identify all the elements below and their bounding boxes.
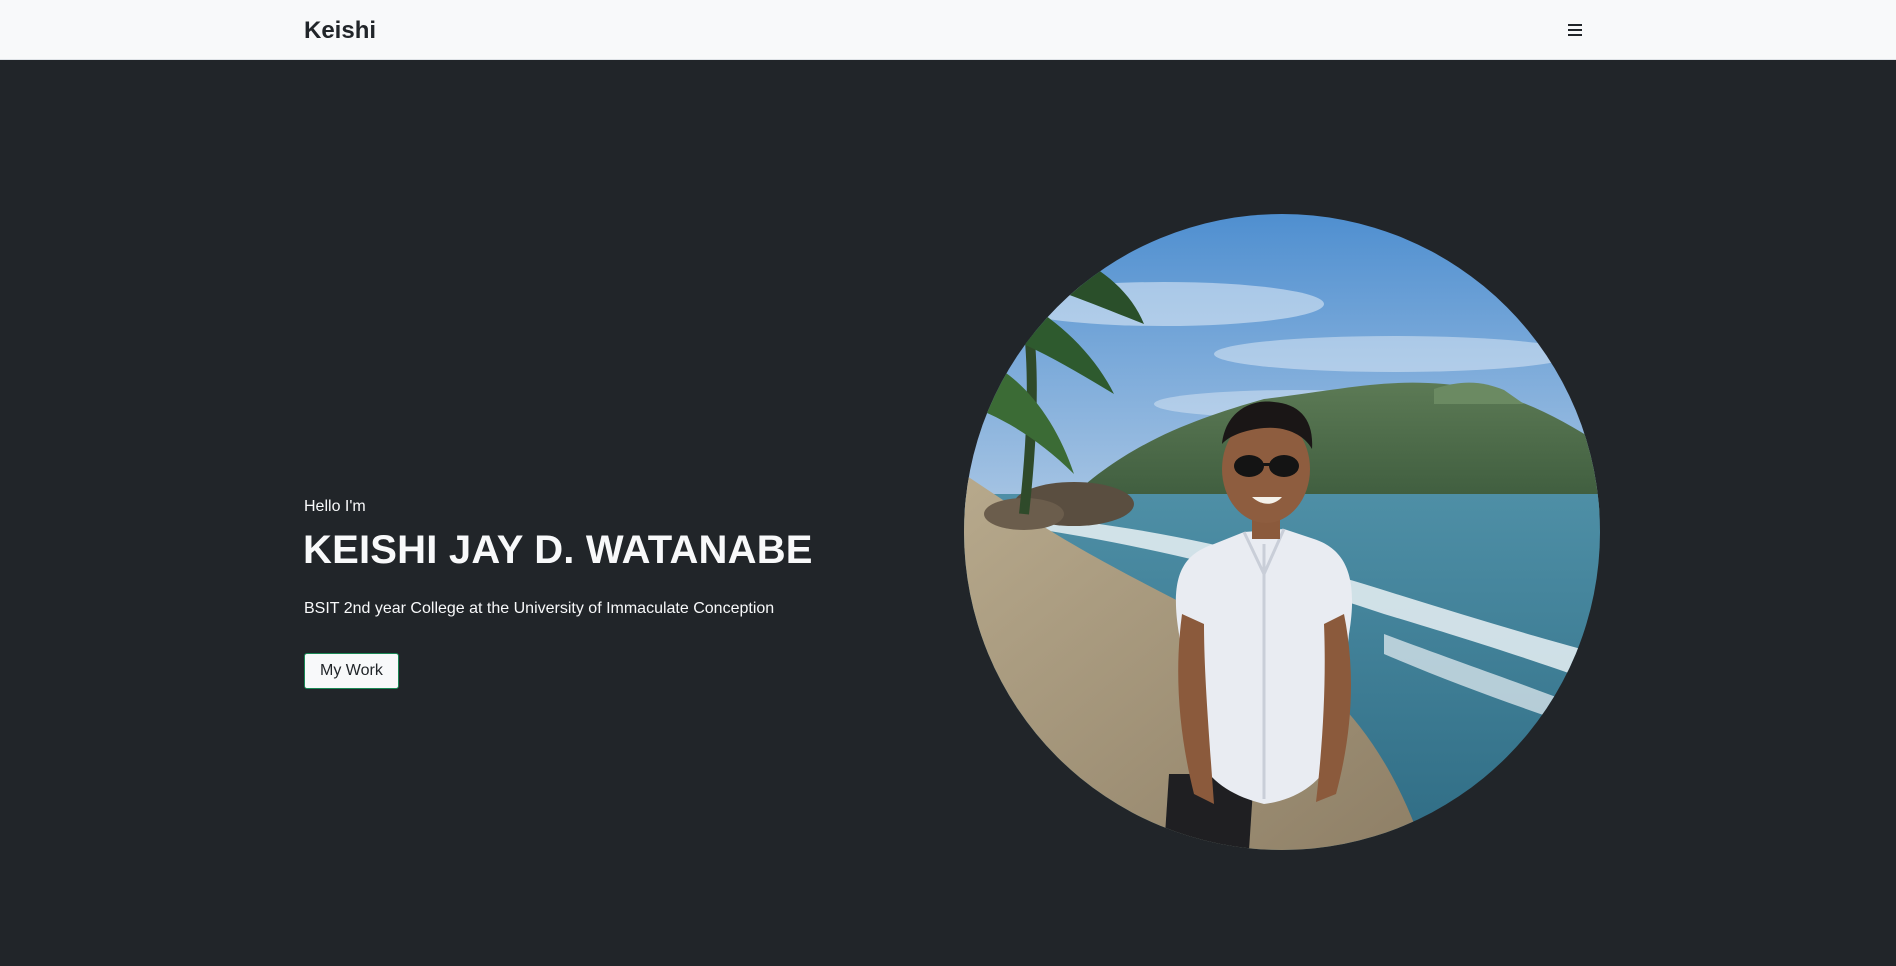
hero-section: Hello I'm KEISHI JAY D. WATANABE BSIT 2n… <box>0 61 1896 966</box>
hamburger-bar <box>1568 29 1582 31</box>
hamburger-bar <box>1568 34 1582 36</box>
hamburger-menu-icon[interactable] <box>1560 14 1590 44</box>
brand-link[interactable]: Keishi <box>304 16 376 46</box>
navbar: Keishi <box>0 0 1896 60</box>
hero-greeting: Hello I'm <box>304 498 366 515</box>
hero-name: KEISHI JAY D. WATANABE <box>303 528 813 572</box>
hero-tagline: BSIT 2nd year College at the University … <box>304 600 775 617</box>
hamburger-bar <box>1568 24 1582 26</box>
profile-photo <box>964 214 1600 850</box>
my-work-button[interactable]: My Work <box>304 653 399 689</box>
